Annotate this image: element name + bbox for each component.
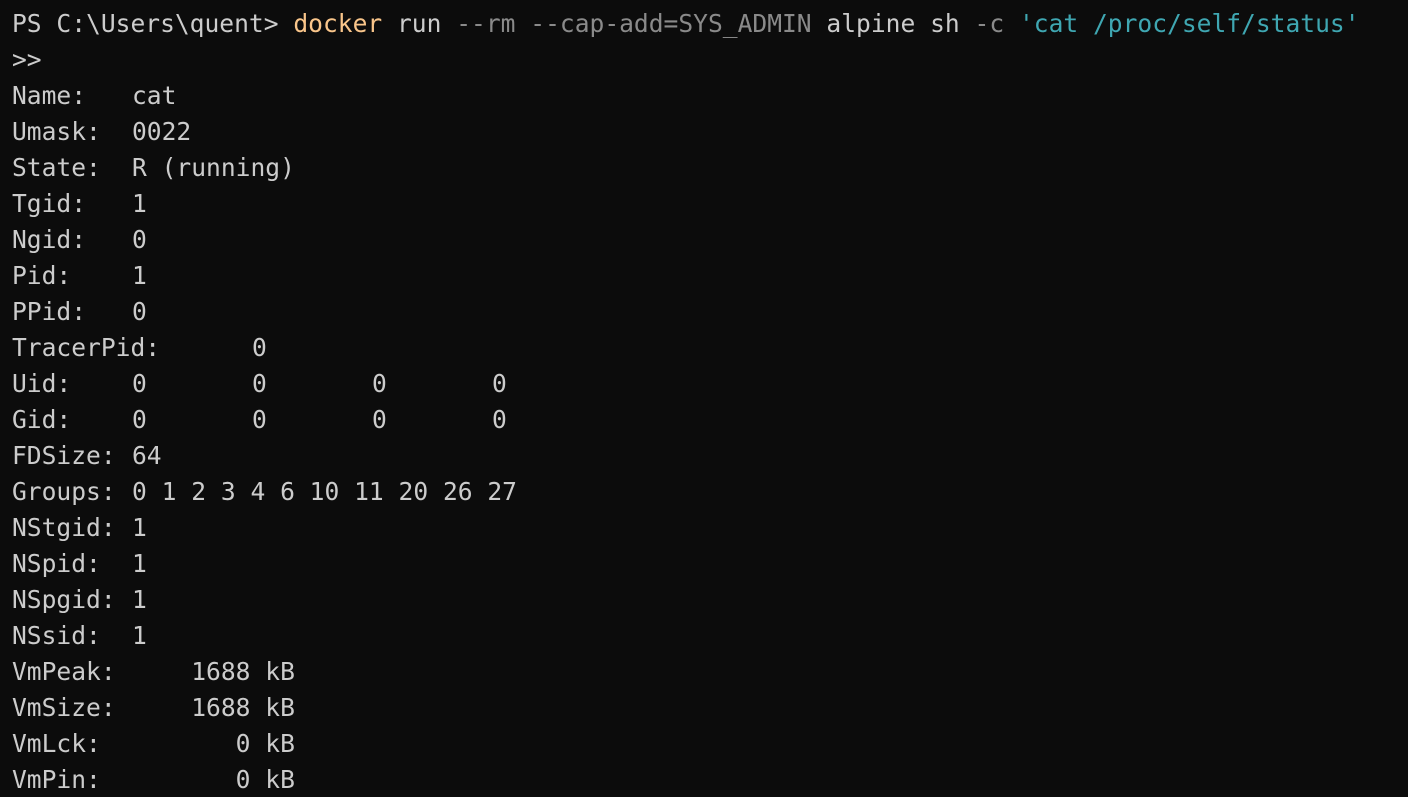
status-value: 0: [492, 405, 507, 434]
status-key: State:: [12, 153, 101, 182]
status-key: Pid:: [12, 261, 72, 290]
status-value: 0 kB: [132, 765, 295, 794]
command-flag-c: -c: [974, 9, 1005, 38]
status-line-vmsize: VmSize: 1688 kB: [12, 690, 1408, 726]
status-line-umask: Umask: 0022: [12, 114, 1408, 150]
command-prompt-line: PS C:\Users\quent> docker run --rm --cap…: [12, 6, 1408, 42]
status-value: 0 kB: [132, 729, 295, 758]
command-arg-run: run: [397, 9, 442, 38]
status-key: Gid:: [12, 405, 72, 434]
status-line-tracerpid: TracerPid: 0: [12, 330, 1408, 366]
status-value: 1688 kB: [132, 657, 295, 686]
status-value: R (running): [132, 153, 295, 182]
status-key: NSpid:: [12, 549, 101, 578]
command-arg-image: alpine: [826, 9, 916, 38]
status-value: 0: [492, 369, 507, 398]
status-value: 0: [252, 405, 267, 434]
status-line-nspgid: NSpgid: 1: [12, 582, 1408, 618]
status-line-name: Name: cat: [12, 78, 1408, 114]
status-value: 0: [132, 369, 147, 398]
status-line-nspid: NSpid: 1: [12, 546, 1408, 582]
status-value: cat: [132, 81, 177, 110]
status-line-tgid: Tgid: 1: [12, 186, 1408, 222]
prompt-path: PS C:\Users\quent>: [12, 9, 279, 38]
command-flag-cap-add: --cap-add=SYS_ADMIN: [530, 9, 812, 38]
status-line-pid: Pid: 1: [12, 258, 1408, 294]
status-value: 0: [132, 225, 147, 254]
status-key: Ngid:: [12, 225, 87, 254]
status-line-vmpeak: VmPeak: 1688 kB: [12, 654, 1408, 690]
status-value: 0022: [132, 117, 192, 146]
command-string-arg: 'cat /proc/self/status': [1018, 9, 1360, 38]
status-key: Tgid:: [12, 189, 87, 218]
command-arg-shell: sh: [930, 9, 960, 38]
status-value: 0: [132, 405, 147, 434]
status-line-vmpin: VmPin: 0 kB: [12, 762, 1408, 797]
status-value: 0: [372, 369, 387, 398]
status-key: Uid:: [12, 369, 72, 398]
command-name: docker: [293, 9, 383, 38]
status-line-fdsize: FDSize: 64: [12, 438, 1408, 474]
status-key: FDSize:: [12, 441, 116, 470]
command-flag-rm: --rm: [456, 9, 516, 38]
status-key: TracerPid:: [12, 333, 161, 362]
status-key: Umask:: [12, 117, 101, 146]
status-key: VmLck:: [12, 729, 101, 758]
terminal-window[interactable]: / PS C:\Users\quent> docker run --rm --c…: [0, 0, 1408, 797]
status-key: NStgid:: [12, 513, 116, 542]
status-value: 0 1 2 3 4 6 10 11 20 26 27: [132, 477, 517, 506]
status-value: 1: [132, 261, 147, 290]
status-value: 64: [132, 441, 162, 470]
continuation-prompt: >>: [12, 45, 42, 74]
status-line-groups: Groups: 0 1 2 3 4 6 10 11 20 26 27: [12, 474, 1408, 510]
status-key: VmPin:: [12, 765, 101, 794]
status-value: 1688 kB: [132, 693, 295, 722]
status-key: Groups:: [12, 477, 116, 506]
status-line-nstgid: NStgid: 1: [12, 510, 1408, 546]
status-value: 1: [132, 513, 147, 542]
status-line-uid: Uid: 0 0 0 0: [12, 366, 1408, 402]
status-value: 1: [132, 585, 147, 614]
status-key: NSsid:: [12, 621, 101, 650]
status-value: 0: [372, 405, 387, 434]
status-value: 0: [252, 369, 267, 398]
terminal-buffer: PS C:\Users\quent> docker run --rm --cap…: [12, 6, 1408, 797]
status-key: Name:: [12, 81, 87, 110]
status-value: 1: [132, 549, 147, 578]
status-line-state: State: R (running): [12, 150, 1408, 186]
status-line-nssid: NSsid: 1: [12, 618, 1408, 654]
status-value: 0: [252, 333, 267, 362]
status-value: 1: [132, 189, 147, 218]
status-key: VmSize:: [12, 693, 116, 722]
status-key: NSpgid:: [12, 585, 116, 614]
status-line-ppid: PPid: 0: [12, 294, 1408, 330]
status-value: 1: [132, 621, 147, 650]
status-key: PPid:: [12, 297, 87, 326]
status-line-gid: Gid: 0 0 0 0: [12, 402, 1408, 438]
status-line-ngid: Ngid: 0: [12, 222, 1408, 258]
status-value: 0: [132, 297, 147, 326]
status-key: VmPeak:: [12, 657, 116, 686]
status-line-vmlck: VmLck: 0 kB: [12, 726, 1408, 762]
